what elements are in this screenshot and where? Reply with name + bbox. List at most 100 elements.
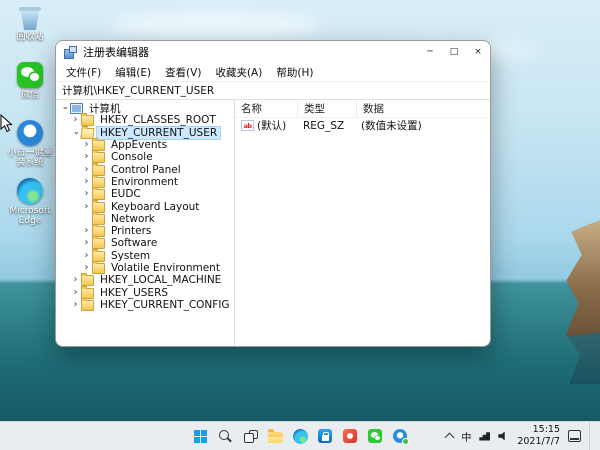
tree-item-network[interactable]: Network [56, 213, 234, 225]
taskbar-icon-store[interactable] [314, 425, 336, 447]
folder-icon [92, 263, 105, 274]
collapse-chevron-icon[interactable]: › [71, 127, 81, 138]
titlebar[interactable]: 注册表编辑器 ─ □ × [56, 41, 490, 63]
expand-chevron-icon[interactable]: › [81, 238, 92, 248]
folder-icon [81, 300, 94, 311]
start-icon [194, 430, 207, 443]
close-button[interactable]: × [466, 41, 490, 63]
folder-icon [92, 165, 105, 176]
tree-item-hkey-classes-root[interactable]: ›HKEY_CLASSES_ROOT [56, 114, 234, 126]
minimize-button[interactable]: ─ [418, 41, 442, 63]
tree-item-hkey-current-config[interactable]: ›HKEY_CURRENT_CONFIG [56, 299, 234, 311]
expand-chevron-icon[interactable]: › [81, 189, 92, 199]
expand-chevron-icon[interactable]: › [70, 275, 81, 285]
taskbar-icon-edge[interactable] [289, 425, 311, 447]
tree-item-eudc[interactable]: ›EUDC [56, 188, 234, 200]
taskbar-icon-wechat[interactable] [364, 425, 386, 447]
tree-item-appevents[interactable]: › AppEvents [56, 139, 234, 151]
regedit-icon [64, 46, 77, 58]
value-row[interactable]: (默认)REG_SZ(数值未设置) [235, 118, 490, 133]
edge-icon [293, 429, 308, 444]
folder-icon [92, 202, 105, 213]
tree-item-label: Console [108, 151, 156, 163]
maximize-button[interactable]: □ [442, 41, 466, 63]
folder-icon [92, 189, 105, 200]
expand-chevron-icon[interactable]: › [81, 165, 92, 175]
desktop-icon-recycle-bin[interactable]: 回收站 [2, 4, 58, 42]
expand-chevron-icon[interactable]: › [81, 177, 92, 187]
column-header-2[interactable]: 数据 [357, 100, 490, 117]
store-icon [318, 429, 332, 443]
registry-tree-pane: ›计算机›HKEY_CLASSES_ROOT›HKEY_CURRENT_USER… [56, 100, 235, 346]
expand-chevron-icon[interactable]: › [81, 263, 92, 273]
tree-item-hkey-local-machine[interactable]: ›HKEY_LOCAL_MACHINE [56, 274, 234, 286]
tree-item-console[interactable]: › Console [56, 151, 234, 163]
clock[interactable]: 15:15 2021/7/7 [517, 424, 560, 448]
tree-item-volatile-environment[interactable]: ›Volatile Environment [56, 262, 234, 274]
taskbar-icon-app-red[interactable] [339, 425, 361, 447]
tree-item-hkey-users[interactable]: › HKEY_USERS [56, 286, 234, 298]
file-explorer-icon [268, 432, 283, 443]
menu-item-2[interactable]: 查看(V) [158, 64, 208, 81]
tree-item-software[interactable]: › Software [56, 237, 234, 249]
value-name: (默认) [257, 118, 286, 133]
value-data: (数值未设置) [355, 118, 490, 133]
taskbar-icon-start[interactable] [189, 425, 211, 447]
desktop-icon-wechat[interactable]: 微信 [2, 62, 58, 100]
expand-chevron-icon[interactable]: › [81, 202, 92, 212]
desktop-icon-edge[interactable]: Microsoft Edge [2, 178, 58, 227]
taskbar-icon-task-view[interactable] [239, 425, 261, 447]
tree-item-label: Network [108, 213, 158, 225]
address-bar[interactable]: 计算机\HKEY_CURRENT_USER [56, 81, 490, 100]
collapse-chevron-icon[interactable]: › [60, 103, 70, 114]
menu-item-4[interactable]: 帮助(H) [269, 64, 320, 81]
network-icon[interactable] [479, 432, 490, 441]
show-desktop-button[interactable] [589, 422, 594, 450]
volume-icon[interactable] [498, 431, 509, 441]
tray-overflow-chevron-icon[interactable] [445, 433, 455, 443]
tree-item-label: HKEY_USERS [97, 287, 171, 299]
tree-item-computer[interactable]: › 计算机 [56, 102, 234, 114]
taskbar-icon-search[interactable] [214, 425, 236, 447]
recycle-bin-icon [19, 4, 41, 30]
tree-item-environment[interactable]: ›Environment [56, 176, 234, 188]
tree-item-hkey-current-user[interactable]: › HKEY_CURRENT_USER [56, 127, 234, 139]
tree-item-label: HKEY_CURRENT_USER [97, 127, 220, 139]
regedit-window: 注册表编辑器 ─ □ × 文件(F)编辑(E)查看(V)收藏夹(A)帮助(H) … [55, 40, 491, 347]
tree-item-label: Software [108, 237, 160, 249]
tree-item-label: 计算机 [86, 101, 124, 116]
menu-item-0[interactable]: 文件(F) [59, 64, 108, 81]
tree-item-label: Control Panel [108, 164, 184, 176]
notification-center-icon[interactable] [568, 430, 581, 442]
expand-chevron-icon[interactable]: › [81, 140, 92, 150]
tree-item-printers[interactable]: ›Printers [56, 225, 234, 237]
wechat-icon [368, 429, 382, 443]
ime-indicator[interactable]: 中 [461, 429, 471, 444]
expand-chevron-icon[interactable]: › [81, 226, 92, 236]
tree-item-system[interactable]: ›System [56, 250, 234, 262]
menu-item-3[interactable]: 收藏夹(A) [208, 64, 269, 81]
wechat-icon [17, 62, 43, 88]
folder-icon [81, 288, 94, 299]
computer-icon [70, 103, 83, 114]
expand-chevron-icon[interactable]: › [81, 251, 92, 261]
expand-chevron-icon[interactable]: › [70, 300, 81, 310]
column-header-1[interactable]: 类型 [298, 100, 357, 117]
taskbar-icon-xiaobai[interactable] [389, 425, 411, 447]
tree-item-control-panel[interactable]: › Control Panel [56, 163, 234, 175]
folder-icon [92, 152, 105, 163]
tree-item-label: AppEvents [108, 139, 170, 151]
tree-item-keyboard-layout[interactable]: ›Keyboard Layout [56, 200, 234, 212]
expand-chevron-icon[interactable]: › [70, 115, 81, 125]
menu-item-1[interactable]: 编辑(E) [108, 64, 158, 81]
list-rows: (默认)REG_SZ(数值未设置) [235, 118, 490, 133]
column-header-0[interactable]: 名称 [235, 100, 298, 117]
edge-icon [17, 178, 43, 204]
expand-chevron-icon[interactable]: › [70, 288, 81, 298]
taskbar-icon-file-explorer[interactable] [264, 425, 286, 447]
menu-bar: 文件(F)编辑(E)查看(V)收藏夹(A)帮助(H) [56, 63, 490, 81]
task-view-icon [244, 430, 257, 443]
cloud [110, 12, 320, 38]
expand-chevron-icon[interactable]: › [81, 152, 92, 162]
tray-date: 2021/7/7 [517, 436, 560, 448]
